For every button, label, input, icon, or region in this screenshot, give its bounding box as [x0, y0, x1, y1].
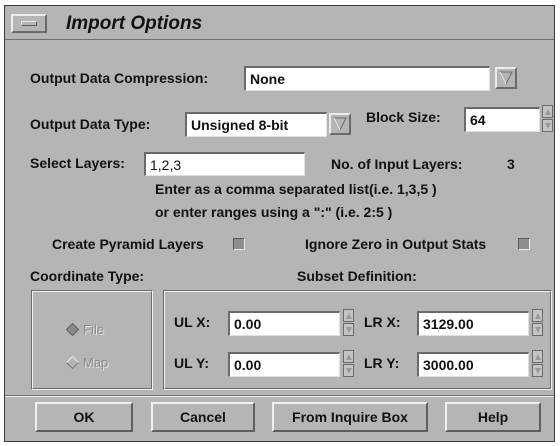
ul-x-input[interactable]: 0.00	[228, 311, 340, 336]
window-menu-button[interactable]	[11, 14, 47, 33]
arrow-up-icon	[535, 313, 541, 319]
ul-x-label: UL X:	[174, 314, 211, 330]
triangle-down-icon	[499, 71, 513, 86]
arrow-up-icon	[535, 354, 541, 360]
from-inquire-box-button[interactable]: From Inquire Box	[272, 402, 428, 432]
spin-down-button[interactable]	[343, 323, 354, 336]
spin-up-button[interactable]	[532, 350, 543, 363]
output-type-label: Output Data Type:	[30, 116, 151, 132]
output-compression-dropdown[interactable]: None	[244, 66, 490, 91]
select-layers-input[interactable]: 1,2,3	[144, 152, 305, 176]
arrow-up-icon	[346, 313, 352, 319]
ok-button[interactable]: OK	[35, 402, 133, 432]
lr-y-input[interactable]: 3000.00	[417, 352, 529, 377]
spin-down-button[interactable]	[532, 364, 543, 377]
output-compression-dropdown-button[interactable]	[495, 67, 517, 89]
spin-down-button[interactable]	[343, 364, 354, 377]
block-size-label: Block Size:	[366, 109, 441, 125]
radio-unselected-icon	[66, 356, 79, 369]
lr-x-label: LR X:	[364, 314, 401, 330]
input-layers-count: 3	[507, 156, 515, 172]
spin-up-button[interactable]	[532, 309, 543, 322]
coordinate-type-frame: File Map	[31, 290, 153, 390]
spin-up-button[interactable]	[343, 309, 354, 322]
button-separator	[5, 395, 554, 397]
arrow-down-icon	[346, 327, 352, 333]
lr-y-spinner[interactable]	[532, 350, 543, 378]
title-bar: Import Options	[5, 6, 554, 40]
arrow-down-icon	[545, 123, 551, 129]
arrow-down-icon	[535, 327, 541, 333]
output-type-dropdown[interactable]: Unsigned 8-bit	[185, 112, 327, 137]
lr-y-label: LR Y:	[364, 355, 400, 371]
arrow-down-icon	[346, 368, 352, 374]
coordinate-file-label: File	[83, 322, 104, 337]
block-size-spinner[interactable]	[542, 105, 553, 133]
spin-down-button[interactable]	[532, 323, 543, 336]
ul-x-spinner[interactable]	[343, 309, 354, 337]
lr-x-spinner[interactable]	[532, 309, 543, 337]
block-size-input[interactable]: 64	[464, 107, 540, 132]
window-title: Import Options	[66, 13, 203, 34]
output-compression-label: Output Data Compression:	[30, 70, 209, 86]
ignore-zero-label: Ignore Zero in Output Stats	[305, 236, 487, 252]
triangle-down-icon	[333, 117, 347, 132]
ul-y-spinner[interactable]	[343, 350, 354, 378]
input-layers-label: No. of Input Layers:	[331, 156, 463, 172]
window-menu-icon	[21, 21, 37, 26]
lr-x-input[interactable]: 3129.00	[417, 311, 529, 336]
arrow-up-icon	[346, 354, 352, 360]
coordinate-type-label: Coordinate Type:	[30, 268, 145, 284]
import-options-dialog: Import Options Output Data Compression: …	[4, 5, 555, 442]
pyramid-label: Create Pyramid Layers	[52, 236, 204, 252]
ignore-zero-toggle[interactable]	[518, 238, 530, 250]
cancel-button[interactable]: Cancel	[151, 402, 255, 432]
arrow-up-icon	[545, 109, 551, 115]
ul-y-input[interactable]: 0.00	[228, 352, 340, 377]
output-type-dropdown-button[interactable]	[329, 113, 351, 135]
hint-line-1: Enter as a comma separated list(i.e. 1,3…	[155, 181, 437, 197]
help-button[interactable]: Help	[445, 402, 541, 432]
pyramid-toggle[interactable]	[233, 238, 245, 250]
arrow-down-icon	[535, 368, 541, 374]
hint-line-2: or enter ranges using a ":" (i.e. 2:5 )	[155, 204, 393, 220]
spin-up-button[interactable]	[343, 350, 354, 363]
subset-definition-frame: UL X: 0.00 LR X: 3129.00 UL Y: 0.00 LR Y…	[163, 290, 552, 390]
spin-down-button[interactable]	[542, 119, 553, 132]
coordinate-map-label: Map	[83, 355, 109, 370]
ul-y-label: UL Y:	[174, 355, 210, 371]
select-layers-label: Select Layers:	[30, 155, 125, 171]
subset-definition-label: Subset Definition:	[297, 268, 417, 284]
radio-selected-icon	[66, 323, 79, 336]
spin-up-button[interactable]	[542, 105, 553, 118]
